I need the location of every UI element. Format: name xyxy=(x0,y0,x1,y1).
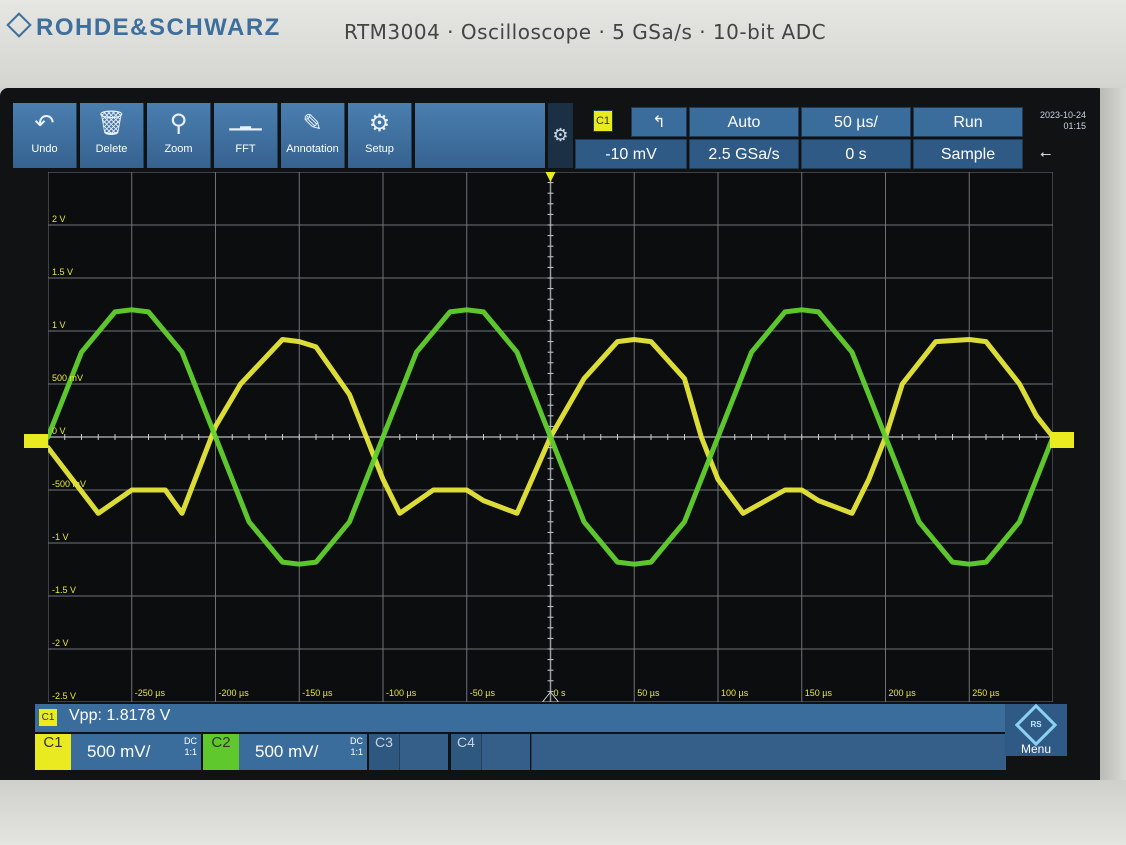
measurement-value: Vpp: 1.8178 V xyxy=(69,707,171,724)
brand-name: ROHDE&SCHWARZ xyxy=(36,14,281,41)
x-axis-label: -100 µs xyxy=(386,688,417,698)
annotation-button[interactable]: ✎ Annotation xyxy=(281,103,345,168)
y-axis-label: -1 V xyxy=(52,532,69,542)
x-axis-label: 0 s xyxy=(554,688,567,698)
annotation-label: Annotation xyxy=(286,143,339,155)
channel-1-scale[interactable]: 500 mV/ DC 1:1 xyxy=(71,734,201,770)
y-axis-label: -500 mV xyxy=(52,479,86,489)
trash-icon: 🗑 xyxy=(96,109,127,137)
y-axis-label: 1.5 V xyxy=(52,267,73,277)
trigger-slope-button[interactable]: ↰ xyxy=(631,107,687,137)
undo-label: Undo xyxy=(31,143,58,155)
x-axis-label: 50 µs xyxy=(637,688,660,698)
channel-2-offset-marker[interactable] xyxy=(24,434,48,448)
magnifier-icon: ⚲ xyxy=(169,109,188,137)
x-axis-label: 150 µs xyxy=(805,688,833,698)
zoom-label: Zoom xyxy=(164,143,193,155)
measurement-channel-tag: C1 xyxy=(39,709,57,726)
channel-4-tag[interactable]: C4 xyxy=(451,734,481,770)
settings-gear-icon[interactable]: ⚙ xyxy=(548,103,573,168)
rs-logo-icon: RS xyxy=(1014,703,1058,747)
toolbar-spacer xyxy=(415,103,545,168)
y-axis-label: 1 V xyxy=(52,320,66,330)
time-offset[interactable]: 0 s xyxy=(801,139,911,169)
date-text: 2023-10-24 xyxy=(1039,110,1086,120)
delete-button[interactable]: 🗑 Delete xyxy=(80,103,144,168)
trigger-time-marker xyxy=(545,172,556,182)
menu-button[interactable]: RS Menu xyxy=(1005,703,1067,756)
waveform-display[interactable]: 2 V 1.5 V 1 V 500 mV 0 V -500 mV -1 V -1.5 V -2 … xyxy=(48,172,1053,702)
channel-3-tag[interactable]: C3 xyxy=(369,734,399,770)
trigger-level-marker[interactable] xyxy=(1050,432,1074,448)
zoom-button[interactable]: ⚲ Zoom xyxy=(147,103,211,168)
rising-edge-icon: ↰ xyxy=(652,114,666,131)
setup-button[interactable]: ⚙ Setup xyxy=(348,103,412,168)
x-axis-label: 200 µs xyxy=(889,688,917,698)
channel-2-scale[interactable]: 500 mV/ DC 1:1 xyxy=(239,734,367,770)
acquisition-mode[interactable]: Sample xyxy=(913,139,1023,169)
acquisition-state[interactable]: Run xyxy=(913,107,1023,137)
y-axis-label: 2 V xyxy=(52,214,66,224)
channel-1-scale-text: 500 mV/ xyxy=(87,742,151,761)
status-panel: C1 ↰ Auto 50 µs/ Run -10 mV 2.5 GSa/s 0 … xyxy=(575,107,1085,169)
x-axis-label: -50 µs xyxy=(470,688,496,698)
waveform-svg: 2 V 1.5 V 1 V 500 mV 0 V -500 mV -1 V -1.5 V -2 … xyxy=(48,172,1053,702)
channel-1-tag[interactable]: C1 xyxy=(35,734,71,770)
channel-3-slot[interactable] xyxy=(399,734,448,770)
x-axis-label: -250 µs xyxy=(135,688,166,698)
y-axis-label: 500 mV xyxy=(52,373,83,383)
channel-2-tag[interactable]: C2 xyxy=(203,734,239,770)
bezel-bottom xyxy=(0,780,1126,845)
x-axis-label: -150 µs xyxy=(302,688,333,698)
channel-2-scale-text: 500 mV/ xyxy=(255,742,319,761)
x-axis-label: -200 µs xyxy=(219,688,250,698)
model-line: RTM3004 · Oscilloscope · 5 GSa/s · 10-bi… xyxy=(344,20,827,44)
instrument-bezel-top: ROHDE&SCHWARZ RTM3004 · Oscilloscope · 5… xyxy=(0,0,1126,88)
delete-label: Delete xyxy=(95,143,128,155)
time-text: 01:15 xyxy=(1063,121,1086,131)
y-axis-label: -1.5 V xyxy=(52,585,76,595)
sample-rate[interactable]: 2.5 GSa/s xyxy=(689,139,799,169)
usb-icon: ⭠ xyxy=(1040,146,1052,162)
channel-2-coupling: DC xyxy=(350,736,363,746)
fft-label: FFT xyxy=(235,143,256,155)
trigger-level[interactable]: -10 mV xyxy=(575,139,687,169)
rs-logo-text: RS xyxy=(1030,720,1042,729)
y-axis-label: 0 V xyxy=(52,426,66,436)
measurement-bar[interactable]: C1 Vpp: 1.8178 V xyxy=(35,704,1005,732)
y-axis-label: -2 V xyxy=(52,638,69,648)
gear-icon: ⚙ xyxy=(368,109,391,137)
datetime: 2023-10-24 01:15 xyxy=(1028,110,1086,140)
channel-1-probe: 1:1 xyxy=(184,747,197,757)
trigger-source-tag[interactable]: C1 xyxy=(593,110,613,132)
undo-icon: ↶ xyxy=(34,109,55,137)
channel-4-slot[interactable] xyxy=(481,734,530,770)
channel-1-coupling: DC xyxy=(184,736,197,746)
trigger-mode[interactable]: Auto xyxy=(689,107,799,137)
channel-bar-spacer xyxy=(531,734,1006,770)
x-axis-label: 100 µs xyxy=(721,688,749,698)
bezel-right xyxy=(1100,88,1126,845)
pencil-icon: ✎ xyxy=(302,109,323,137)
undo-button[interactable]: ↶ Undo xyxy=(13,103,77,168)
x-axis-label: 250 µs xyxy=(972,688,1000,698)
y-axis-label: -2.5 V xyxy=(52,691,76,701)
timebase-scale[interactable]: 50 µs/ xyxy=(801,107,911,137)
channel-2-probe: 1:1 xyxy=(350,747,363,757)
brand-logo: ROHDE&SCHWARZ xyxy=(6,12,281,42)
spectrum-icon: ▁▂▁ xyxy=(229,115,262,131)
setup-label: Setup xyxy=(365,143,394,155)
fft-button[interactable]: ▁▂▁ FFT xyxy=(214,103,278,168)
